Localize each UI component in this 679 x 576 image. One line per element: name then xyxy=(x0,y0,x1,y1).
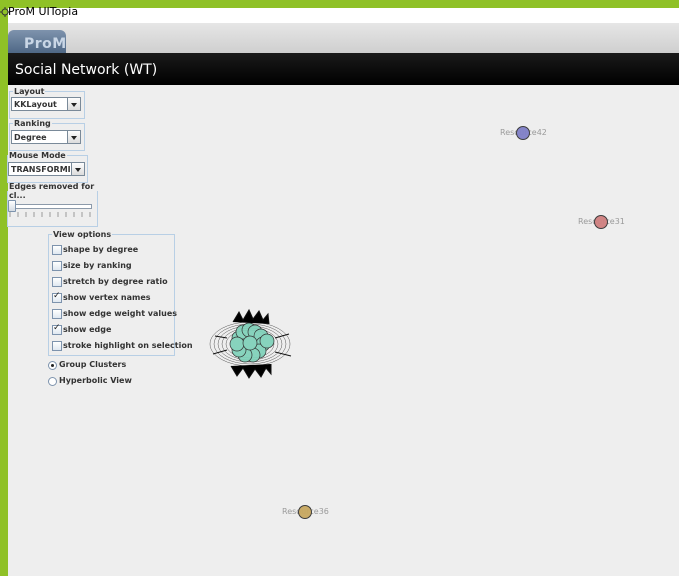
show-edge-weight-values-label: show edge weight values xyxy=(63,309,178,318)
prom-logo: ProM xyxy=(24,36,67,52)
ranking-value: Degree xyxy=(14,133,47,142)
edges-removed-slider-track[interactable] xyxy=(9,204,92,209)
chevron-down-icon[interactable] xyxy=(71,163,84,175)
shape-by-degree-checkbox[interactable] xyxy=(52,245,62,255)
show-edge-weight-values-checkbox[interactable] xyxy=(52,309,62,319)
edges-removed-slider-thumb[interactable] xyxy=(8,200,16,212)
vertex-node[interactable] xyxy=(298,505,312,519)
hyperbolic-view-radio[interactable] xyxy=(48,377,57,386)
view-title: Social Network (WT) xyxy=(15,62,158,78)
stroke-highlight-label: stroke highlight on selection xyxy=(63,341,193,350)
app-title: ProM UITopia xyxy=(8,5,79,18)
size-by-ranking-label: size by ranking xyxy=(63,261,132,270)
chevron-down-icon[interactable] xyxy=(67,131,80,143)
mouse-mode-combo[interactable]: TRANSFORMING xyxy=(8,162,85,176)
view-options-label: View options xyxy=(53,230,112,239)
ranking-label: Ranking xyxy=(14,119,51,128)
layout-label: Layout xyxy=(14,87,45,96)
stretch-by-degree-ratio-label: stretch by degree ratio xyxy=(63,277,168,286)
hyperbolic-view-label: Hyperbolic View xyxy=(59,376,132,385)
ranking-combo[interactable]: Degree xyxy=(11,130,81,144)
chevron-down-icon[interactable] xyxy=(67,98,80,110)
size-by-ranking-checkbox[interactable] xyxy=(52,261,62,271)
show-edge-checkbox[interactable] xyxy=(52,323,62,335)
layout-value: KKLayout xyxy=(14,100,57,109)
vertex-cluster[interactable] xyxy=(205,308,297,380)
show-vertex-names-checkbox[interactable] xyxy=(52,291,62,303)
shape-by-degree-label: shape by degree xyxy=(63,245,139,254)
mouse-mode-label: Mouse Mode xyxy=(9,151,66,160)
show-edge-label: show edge xyxy=(63,325,112,334)
edges-removed-label: Edges removed for cl... xyxy=(9,182,95,200)
stretch-by-degree-ratio-checkbox[interactable] xyxy=(52,277,62,287)
toolbar-ribbon xyxy=(8,23,679,53)
slider-ticks xyxy=(9,212,91,217)
vertex-node[interactable] xyxy=(516,126,530,140)
vertex-node[interactable] xyxy=(594,215,608,229)
group-clusters-radio[interactable] xyxy=(48,361,57,370)
window-frame-left xyxy=(0,0,8,576)
layout-combo[interactable]: KKLayout xyxy=(11,97,81,111)
show-vertex-names-label: show vertex names xyxy=(63,293,151,302)
window-frame-top xyxy=(0,0,679,8)
stroke-highlight-checkbox[interactable] xyxy=(52,341,62,351)
group-clusters-label: Group Clusters xyxy=(59,360,127,369)
title-bar xyxy=(8,8,679,23)
